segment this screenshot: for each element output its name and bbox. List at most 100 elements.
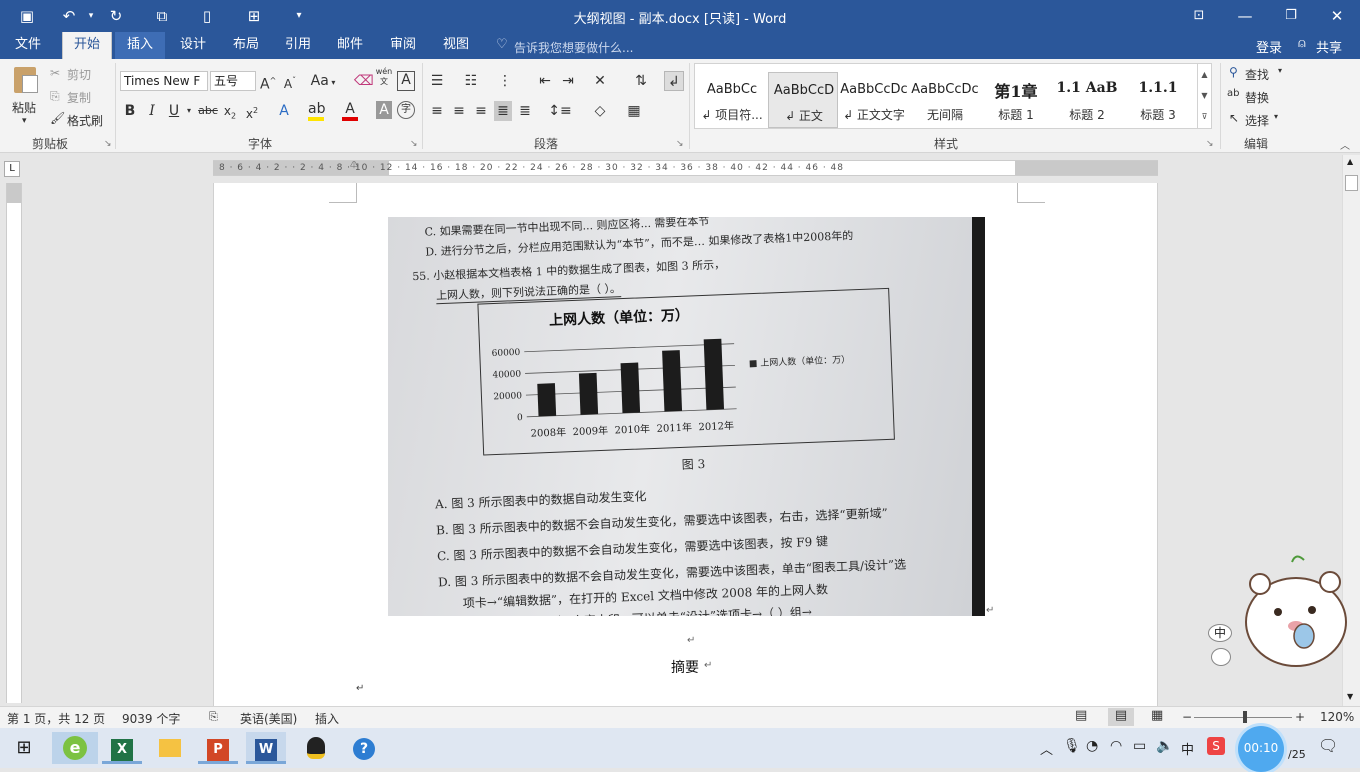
phonetic-guide-icon[interactable]: wén 文 (375, 67, 393, 87)
align-right-icon[interactable]: ≡ (472, 101, 490, 121)
qq-tray-icon[interactable]: ◔ (1086, 738, 1098, 754)
styles-launcher-icon[interactable]: ↘ (1206, 139, 1214, 149)
zoom-level[interactable]: 120% (1320, 710, 1354, 724)
char-shading-icon[interactable]: A (376, 101, 392, 119)
find-dropdown-icon[interactable]: ▾ (1278, 66, 1282, 75)
underline-dropdown-icon[interactable]: ▾ (184, 101, 194, 121)
shading-icon[interactable]: ◇ (588, 101, 612, 121)
tab-home[interactable]: 开始 (62, 32, 112, 59)
find-icon[interactable]: ⚲ (1229, 65, 1238, 79)
underline-icon[interactable]: U (166, 101, 182, 121)
distribute-icon[interactable]: ≣ (516, 101, 534, 121)
copy-icon[interactable]: ⎘ (50, 89, 60, 104)
enclose-char-icon[interactable]: 字 (397, 101, 415, 119)
zoom-slider-thumb[interactable] (1243, 711, 1247, 723)
style-body-text[interactable]: AaBbCcDc ↲ 正文文字 (839, 72, 909, 128)
horizontal-ruler[interactable]: 8 · 6 · 4 · 2 · · 2 · 4 · 8 · 10 · 12 · … (213, 160, 1158, 176)
tab-file[interactable]: 文件 (6, 32, 50, 59)
format-painter-button[interactable]: 格式刷 (67, 112, 103, 129)
grow-font-icon[interactable]: A^ (260, 71, 276, 93)
select-icon[interactable]: ↖ (1229, 111, 1239, 125)
indent-marker-icon[interactable]: ⏃ (349, 161, 359, 172)
font-size-select[interactable]: 五号 (210, 71, 256, 91)
font-color-icon[interactable]: A (342, 101, 358, 121)
read-mode-icon[interactable]: ▤ (1075, 708, 1087, 723)
find-button[interactable]: 查找 (1245, 66, 1269, 83)
ime-emoji-icon[interactable] (1211, 648, 1231, 666)
print-layout-icon[interactable]: ▤ (1108, 708, 1134, 726)
align-center-icon[interactable]: ≡ (450, 101, 468, 121)
word-count[interactable]: 9039 个字 (122, 710, 180, 727)
styles-scroll[interactable]: ▲ ▼ ⊽ (1197, 64, 1211, 128)
style-heading-3[interactable]: 1.1.1 标题 3 (1123, 72, 1193, 128)
explorer-app-icon[interactable] (150, 732, 190, 764)
language-indicator[interactable]: 英语(美国) (240, 710, 297, 727)
vertical-ruler[interactable] (6, 183, 22, 703)
sort-icon[interactable]: ⇅ (632, 71, 650, 91)
ie-app-icon[interactable]: e (52, 732, 98, 764)
decrease-indent-icon[interactable]: ⇤ (536, 71, 554, 91)
clock-date[interactable]: /25 (1288, 748, 1306, 761)
style-list-paragraph[interactable]: AaBbCc ↲ 项目符... (697, 72, 767, 128)
tab-insert[interactable]: 插入 (115, 32, 165, 59)
sign-in-link[interactable]: 登录 (1256, 37, 1282, 56)
zoom-in-icon[interactable]: + (1295, 710, 1305, 724)
text-effects-icon[interactable]: A (276, 101, 292, 121)
recording-timer[interactable]: 00:10 (1238, 726, 1284, 772)
format-painter-icon[interactable]: 🖌 (50, 111, 65, 125)
increase-indent-icon[interactable]: ⇥ (559, 71, 577, 91)
tab-view[interactable]: 视图 (431, 32, 481, 59)
battery-icon[interactable]: ▭ (1133, 738, 1146, 754)
subscript-icon[interactable]: x2 (222, 101, 238, 121)
tray-expand-icon[interactable]: ︿ (1040, 739, 1053, 758)
ime-indicator[interactable]: 中 (1181, 739, 1194, 758)
replace-icon[interactable]: ab (1227, 88, 1239, 99)
ime-bubble[interactable]: 中 (1208, 624, 1232, 642)
italic-icon[interactable]: I (144, 101, 160, 121)
bold-icon[interactable]: B (122, 101, 138, 121)
excel-app-icon[interactable]: X (102, 732, 142, 764)
select-dropdown-icon[interactable]: ▾ (1274, 112, 1278, 121)
powerpoint-app-icon[interactable]: P (198, 732, 238, 764)
style-no-spacing[interactable]: AaBbCcDc 无间隔 (910, 72, 980, 128)
style-heading-1[interactable]: 第1章 标题 1 (981, 72, 1051, 128)
cut-button[interactable]: 剪切 (67, 66, 91, 83)
web-layout-icon[interactable]: ▦ (1151, 708, 1163, 723)
restore-icon[interactable]: ❐ (1280, 6, 1302, 26)
notifications-icon[interactable]: 🗨 (1318, 736, 1338, 755)
network-icon[interactable]: ◠ (1110, 738, 1122, 754)
qq-app-icon[interactable] (296, 732, 336, 764)
minimize-icon[interactable]: — (1234, 6, 1256, 26)
page-count[interactable]: 第 1 页，共 12 页 (7, 710, 105, 727)
paste-icon[interactable] (10, 65, 42, 95)
close-icon[interactable]: ✕ (1326, 6, 1348, 26)
replace-button[interactable]: 替换 (1245, 89, 1269, 106)
show-marks-icon[interactable]: ↲ (664, 71, 684, 91)
help-app-icon[interactable]: ? (344, 732, 384, 764)
superscript-icon[interactable]: x2 (244, 101, 260, 121)
tab-selector-icon[interactable]: L (4, 161, 20, 177)
scroll-up-icon[interactable]: ▲ (1347, 157, 1353, 166)
paste-dropdown-icon[interactable]: ▾ (22, 116, 27, 126)
strikethrough-icon[interactable]: abc (198, 101, 218, 121)
align-left-icon[interactable]: ≡ (428, 101, 446, 121)
bullets-icon[interactable]: ☰ (428, 71, 446, 91)
change-case-button[interactable]: Aa ▾ (310, 71, 336, 91)
justify-icon[interactable]: ≣ (494, 101, 512, 121)
shrink-font-icon[interactable]: Aˇ (282, 71, 298, 91)
exam-photo[interactable]: C. 如果需要在同一节中出现不同... 则应区将... 需要在本节 D. 进行分… (388, 217, 985, 616)
microphone-icon[interactable]: 🎙 (1063, 738, 1081, 754)
chinese-layout-icon[interactable]: ✕ (590, 71, 610, 91)
share-button[interactable]: 共享 (1316, 37, 1342, 56)
tab-design[interactable]: 设计 (168, 32, 218, 59)
tab-review[interactable]: 审阅 (378, 32, 428, 59)
line-spacing-icon[interactable]: ↕≡ (548, 101, 572, 121)
abstract-heading[interactable]: 摘要 (671, 657, 699, 677)
font-launcher-icon[interactable]: ↘ (410, 139, 418, 149)
multilevel-list-icon[interactable]: ⋮ (496, 71, 514, 91)
paragraph-launcher-icon[interactable]: ↘ (676, 139, 684, 149)
style-heading-2[interactable]: 1.1 AaB 标题 2 (1052, 72, 1122, 128)
font-name-select[interactable]: Times New F (120, 71, 208, 91)
highlight-icon[interactable]: ab (308, 101, 325, 121)
numbering-icon[interactable]: ☷ (462, 71, 480, 91)
